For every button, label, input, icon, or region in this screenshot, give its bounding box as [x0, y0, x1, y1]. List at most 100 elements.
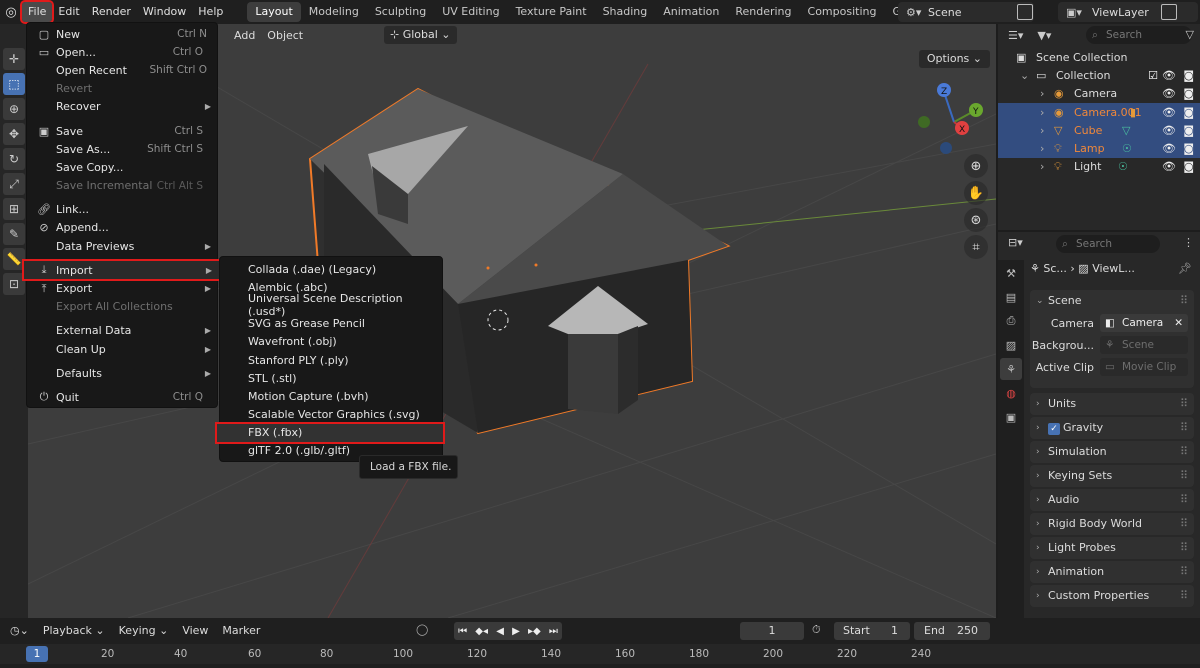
menu-help[interactable]: Help	[192, 2, 229, 22]
tab-rendering[interactable]: Rendering	[727, 2, 799, 22]
transform-icon[interactable]: ⊞	[3, 198, 25, 220]
menu-file[interactable]: File	[19, 0, 55, 24]
add-menu[interactable]: Add	[228, 29, 261, 42]
tab-compositing[interactable]: Compositing	[800, 2, 885, 22]
perspective-icon[interactable]: ⌗	[964, 235, 988, 259]
jump-start-icon[interactable]: ⏮	[458, 626, 467, 637]
scene-panel-header[interactable]: ⌄ Scene ⠿	[1030, 290, 1194, 312]
checkbox-icon[interactable]: ☑	[1148, 69, 1158, 82]
gravity-checkbox[interactable]: ✓	[1048, 423, 1060, 435]
view-layer-selector[interactable]: ▣▾ ViewLayer	[1058, 2, 1198, 22]
menu-item-export[interactable]: ⤒ Export ▶	[27, 279, 217, 297]
render-camera-icon[interactable]: ◙	[1183, 160, 1194, 173]
pin-icon[interactable]: 📌︎	[1178, 262, 1192, 275]
light-probes-panel[interactable]: › Light Probes ⠿	[1030, 537, 1194, 559]
menu-item-open[interactable]: ▭ Open... Ctrl O	[27, 43, 217, 61]
next-keyframe-icon[interactable]: ▸◆	[528, 626, 541, 637]
drag-handle-icon[interactable]: ⠿	[1180, 393, 1188, 415]
units-panel[interactable]: › Units ⠿	[1030, 393, 1194, 415]
render-camera-icon[interactable]: ◙	[1183, 69, 1194, 82]
marker-menu[interactable]: Marker	[215, 624, 267, 637]
import-bvh[interactable]: Motion Capture (.bvh)	[220, 387, 442, 405]
tab-layout[interactable]: Layout	[247, 2, 301, 22]
drag-handle-icon[interactable]: ⠿	[1180, 489, 1188, 511]
render-camera-icon[interactable]: ◙	[1183, 124, 1194, 137]
outliner-row-lamp[interactable]: › 💡︎ Lamp ☉ 👁︎ ◙	[998, 139, 1200, 158]
tool-tab-icon[interactable]: ⚒	[1000, 262, 1022, 284]
eye-icon[interactable]: 👁︎	[1162, 142, 1176, 155]
filter-icon[interactable]: ▼▾	[1037, 29, 1051, 42]
eye-icon[interactable]: 👁︎	[1162, 160, 1176, 173]
properties-search-input[interactable]: ⌕ Search	[1056, 235, 1160, 253]
play-icon[interactable]: ▶	[512, 626, 520, 637]
menu-render[interactable]: Render	[86, 2, 137, 22]
current-frame-field[interactable]: 1	[740, 622, 804, 640]
import-fbx[interactable]: FBX (.fbx)	[215, 421, 445, 444]
drag-handle-icon[interactable]: ⠿	[1180, 537, 1188, 559]
eye-icon[interactable]: 👁︎	[1162, 69, 1176, 82]
import-svg[interactable]: Scalable Vector Graphics (.svg)	[220, 406, 442, 424]
simulation-panel[interactable]: › Simulation ⠿	[1030, 441, 1194, 463]
move-icon[interactable]: ✥	[3, 123, 25, 145]
menu-item-import[interactable]: ⤓ Import ▶	[22, 259, 224, 282]
tab-sculpting[interactable]: Sculpting	[367, 2, 434, 22]
drag-handle-icon[interactable]: ⠿	[1180, 513, 1188, 535]
zoom-icon[interactable]: ⊕	[964, 154, 988, 178]
close-icon[interactable]: ✕	[1174, 314, 1183, 332]
drag-handle-icon[interactable]: ⠿	[1180, 441, 1188, 463]
eye-icon[interactable]: 👁︎	[1162, 106, 1176, 119]
keying-sets-panel[interactable]: › Keying Sets ⠿	[1030, 465, 1194, 487]
menu-item-open-recent[interactable]: Open Recent Shift Ctrl O	[27, 61, 217, 79]
eye-icon[interactable]: 👁︎	[1162, 124, 1176, 137]
new-scene-icon[interactable]	[1017, 4, 1033, 20]
menu-item-data-previews[interactable]: Data Previews ▶	[27, 237, 217, 255]
tab-modeling[interactable]: Modeling	[301, 2, 367, 22]
frame-ruler[interactable]: 20 40 60 80 100 120 140 160 180 200 220 …	[0, 644, 1200, 664]
properties-editor-icon[interactable]: ⊟▾	[1008, 236, 1023, 249]
drag-handle-icon[interactable]: ⠿	[1180, 585, 1188, 607]
import-obj[interactable]: Wavefront (.obj)	[220, 333, 442, 351]
play-reverse-icon[interactable]: ◀	[496, 626, 504, 637]
menu-item-quit[interactable]: ⏻ Quit Ctrl Q	[27, 388, 217, 406]
measure-icon[interactable]: 📏	[3, 248, 25, 270]
render-camera-icon[interactable]: ◙	[1183, 106, 1194, 119]
import-stl[interactable]: STL (.stl)	[220, 369, 442, 387]
menu-item-external-data[interactable]: External Data ▶	[27, 322, 217, 340]
menu-item-recover[interactable]: Recover ▶	[27, 98, 217, 116]
audio-panel[interactable]: › Audio ⠿	[1030, 489, 1194, 511]
world-tab-icon[interactable]: ◍	[1000, 382, 1022, 404]
collection-tab-icon[interactable]: ▣	[1000, 406, 1022, 428]
timeline-editor-icon[interactable]: ◷⌄	[0, 624, 36, 637]
menu-item-append[interactable]: ⊘ Append...	[27, 219, 217, 237]
import-collada[interactable]: Collada (.dae) (Legacy)	[220, 260, 442, 278]
menu-window[interactable]: Window	[137, 2, 192, 22]
cursor-tool-icon[interactable]: ✛	[3, 48, 25, 70]
animation-panel[interactable]: › Animation ⠿	[1030, 561, 1194, 583]
camera-field[interactable]: ◧ Camera ✕	[1100, 314, 1188, 332]
active-clip-field[interactable]: ▭ Movie Clip	[1100, 358, 1188, 376]
tab-uv-editing[interactable]: UV Editing	[434, 2, 507, 22]
render-camera-icon[interactable]: ◙	[1183, 87, 1194, 100]
blender-logo-icon[interactable]: ◎	[0, 1, 22, 23]
view-menu[interactable]: View	[175, 624, 215, 637]
outliner-search-input[interactable]: ⌕ Search	[1086, 26, 1192, 44]
render-tab-icon[interactable]: ▤	[1000, 286, 1022, 308]
import-usd[interactable]: Universal Scene Description (.usd*)	[220, 292, 442, 318]
menu-item-clean-up[interactable]: Clean Up ▶	[27, 340, 217, 358]
new-view-layer-icon[interactable]	[1161, 4, 1177, 20]
scene-selector[interactable]: ⚙▾ Scene	[898, 2, 1034, 22]
drag-handle-icon[interactable]: ⠿	[1180, 561, 1188, 583]
background-scene-field[interactable]: ⚘ Scene	[1100, 336, 1188, 354]
collection-row[interactable]: ⌄ ▭ Collection ☑ 👁︎ ◙	[998, 66, 1200, 84]
outliner-row-cube[interactable]: › ▽ Cube ▽ 👁︎ ◙	[998, 121, 1200, 140]
prev-keyframe-icon[interactable]: ◆◂	[475, 626, 488, 637]
orientation-dropdown[interactable]: ⊹ Global ⌄	[384, 26, 457, 44]
select-box-icon[interactable]: ⬚	[3, 73, 25, 95]
jump-end-icon[interactable]: ⏭	[549, 626, 558, 637]
keying-menu[interactable]: Keying ⌄	[112, 624, 176, 637]
filter-funnel-icon[interactable]: ▽	[1186, 28, 1194, 41]
outliner-editor-icon[interactable]: ☰▾	[1008, 29, 1023, 42]
scale-icon[interactable]: ⤢	[3, 173, 25, 195]
add-cube-icon[interactable]: ⊡	[3, 273, 25, 295]
custom-properties-panel[interactable]: › Custom Properties ⠿	[1030, 585, 1194, 607]
